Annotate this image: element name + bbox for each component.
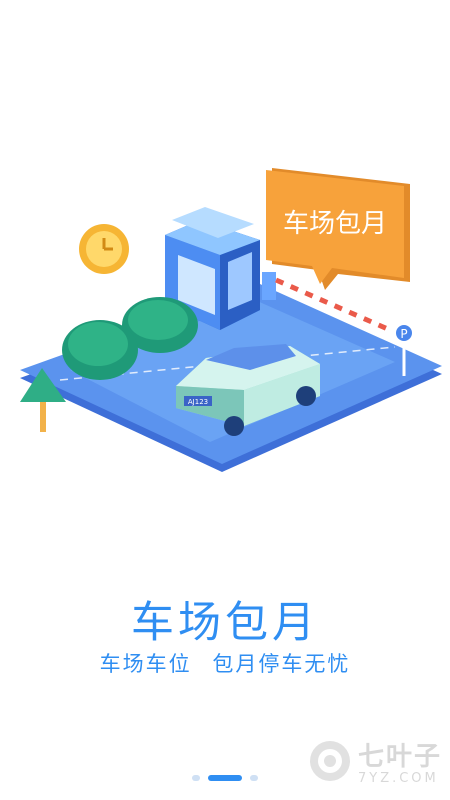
clock-icon [79,224,129,274]
svg-text:P: P [400,327,407,341]
page-dot-active[interactable] [208,775,242,781]
parking-illustration: 车场包月 P AJ123 [20,168,442,472]
page-title: 车场包月 [131,598,319,648]
page-dot[interactable] [250,775,258,781]
watermark-logo-icon [309,741,350,781]
onboarding-screen: 车场包月 P AJ123 车场包月 车场车位 包月停车无忧 七叶子 7YZ.CO… [0,0,450,800]
monthly-sign: 车场包月 [266,168,410,290]
license-plate: AJ123 [188,398,208,406]
watermark-domain: 7YZ.COM [357,771,439,786]
page-subtitle: 车场车位 包月停车无忧 [99,652,351,676]
sign-label: 车场包月 [283,209,387,239]
watermark-brand: 七叶子 [357,742,442,772]
page-dot[interactable] [192,775,200,781]
watermark: 七叶子 7YZ.COM [308,736,442,786]
